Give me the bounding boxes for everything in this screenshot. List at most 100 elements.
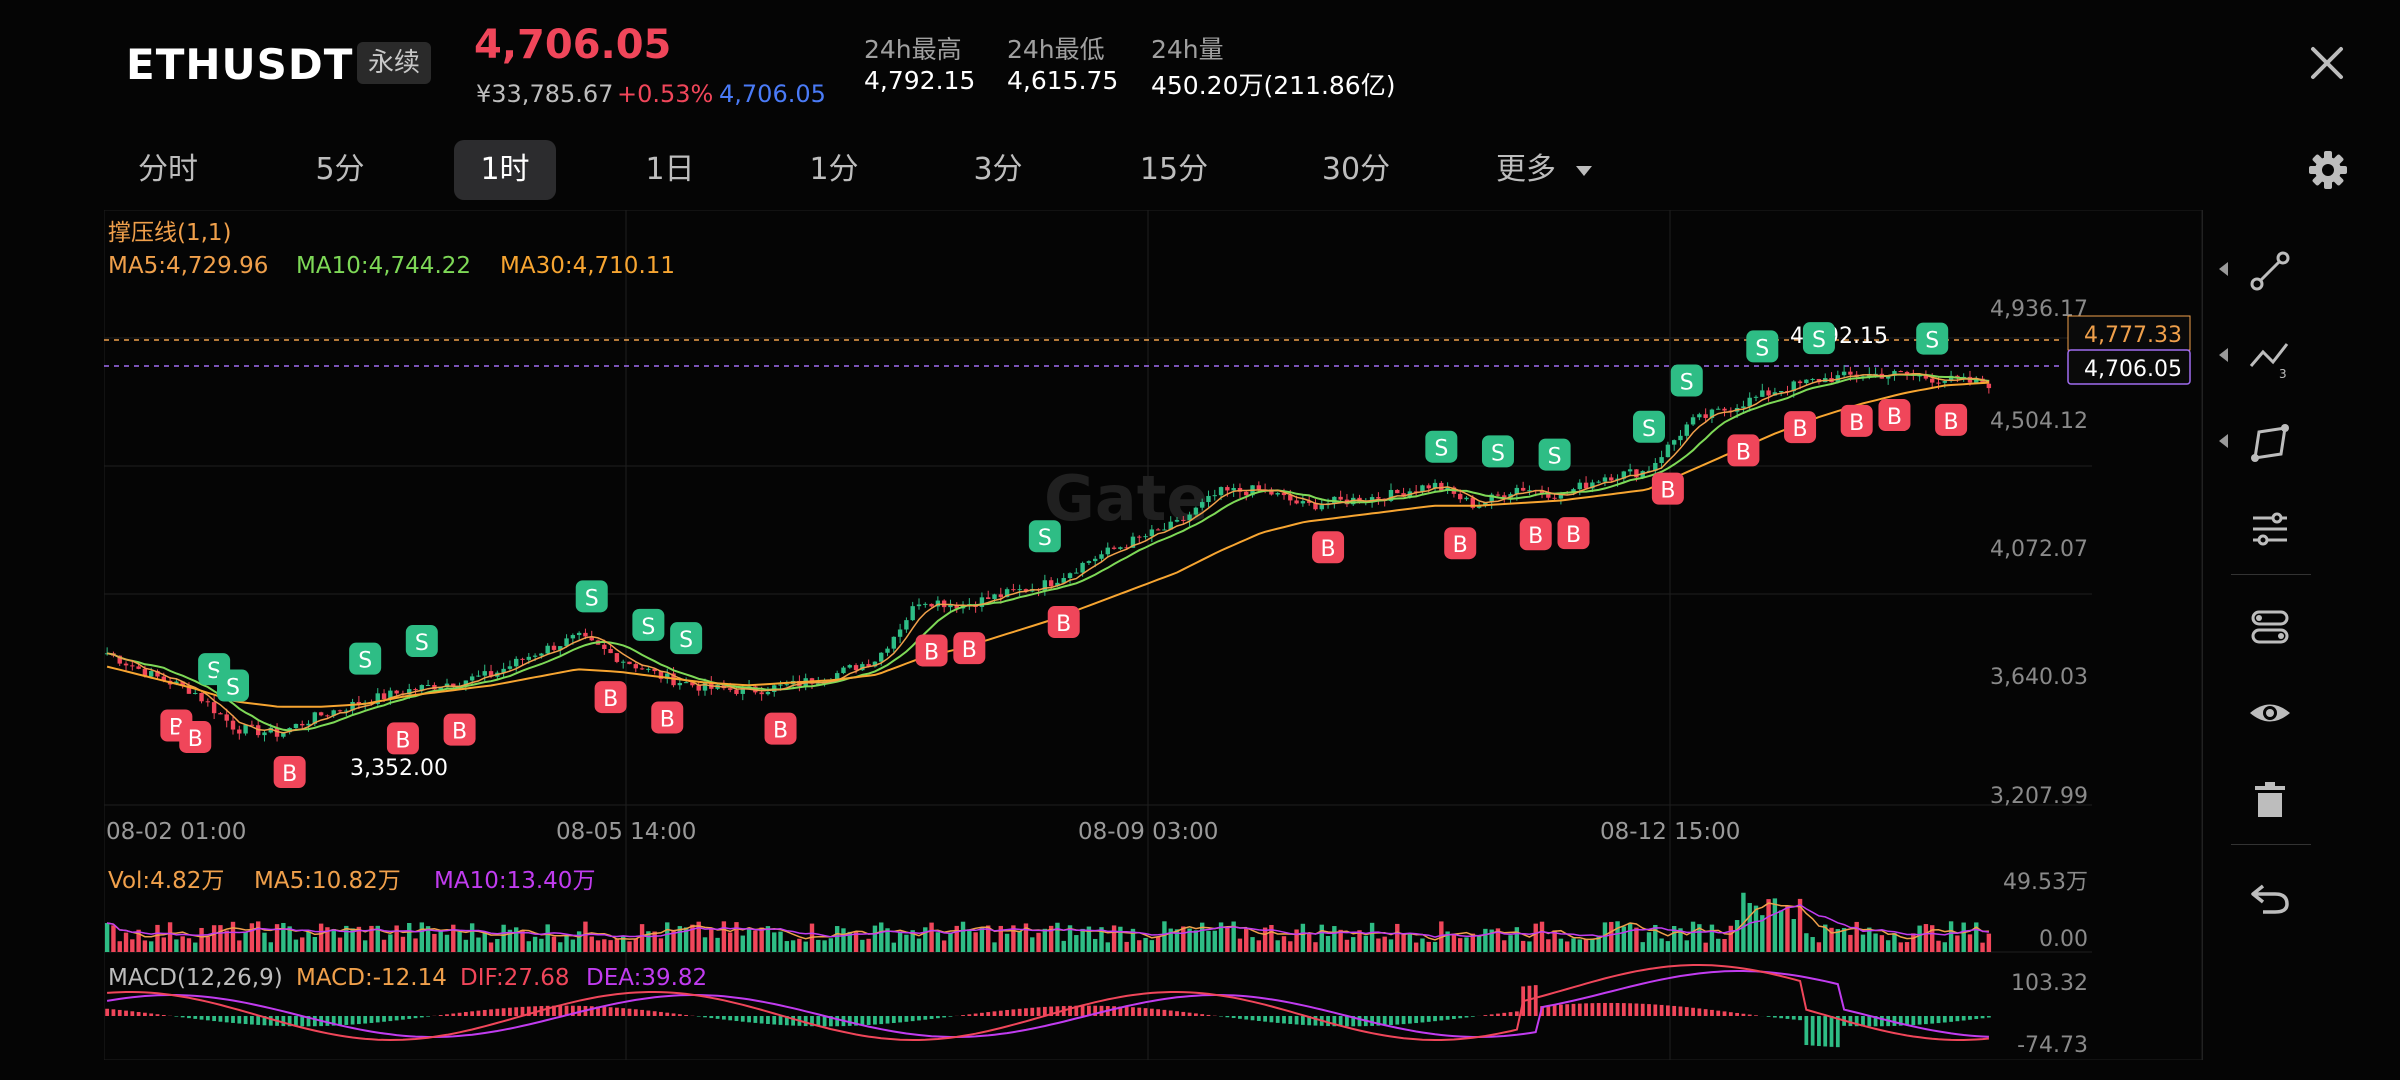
volume-bar: [174, 939, 179, 952]
chart-area[interactable]: Gate 撑压线(1,1) MA5:4,729.96 MA10:4,744.22…: [103, 209, 2203, 1061]
tab-time-sharing[interactable]: 分时: [118, 140, 218, 200]
layout-icon[interactable]: [2245, 602, 2295, 652]
ma5-label: MA5:4,729.96: [108, 253, 268, 279]
macd-histogram-bar: [684, 1014, 689, 1016]
macd-histogram-bar: [1879, 1016, 1884, 1027]
volume-bar: [1791, 919, 1796, 952]
symbol-title[interactable]: ETHUSDT: [126, 40, 353, 89]
toolbar-divider: [2231, 844, 2311, 845]
expand-arrow-icon[interactable]: [2219, 348, 2228, 362]
candle-body: [318, 712, 324, 716]
macd-histogram-bar: [904, 1016, 909, 1022]
tab-1day[interactable]: 1日: [620, 140, 720, 200]
volume-bar: [180, 936, 185, 952]
macd-histogram-bar: [438, 1015, 443, 1016]
candle-body: [1804, 379, 1809, 384]
gear-icon[interactable]: [2298, 140, 2358, 200]
volume-bar: [935, 932, 941, 952]
candle-body: [1105, 547, 1110, 555]
drawing-toolbar: 3: [2202, 210, 2337, 1060]
indicator-settings-icon[interactable]: [2245, 504, 2295, 554]
macd-histogram-bar: [633, 1009, 638, 1016]
support-resistance-label: 撑压线(1,1): [108, 220, 232, 246]
tab-30min[interactable]: 30分: [1306, 140, 1406, 200]
macd-histogram-bar: [350, 1016, 355, 1025]
tab-1hour[interactable]: 1时: [454, 140, 556, 200]
volume-bar: [1873, 933, 1878, 952]
tab-5min[interactable]: 5分: [290, 140, 390, 200]
tab-more[interactable]: 更多: [1496, 140, 1616, 200]
candle-body: [381, 693, 387, 700]
trade-marker-label: B: [1453, 533, 1468, 558]
volume-bar: [1458, 938, 1463, 952]
macd-histogram-bar: [1395, 1016, 1400, 1025]
resistance-tag-value: 4,777.33: [2084, 323, 2182, 348]
volume-bar: [1514, 927, 1520, 952]
macd-histogram-bar: [1275, 1016, 1280, 1023]
candle-body: [1778, 391, 1784, 393]
macd-histogram-bar: [791, 1016, 796, 1026]
close-icon[interactable]: [2300, 36, 2354, 90]
macd-histogram-bar: [1420, 1016, 1425, 1023]
candle-body: [683, 682, 689, 684]
volume-bar: [407, 923, 412, 952]
macd-histogram-bar: [1571, 1003, 1576, 1016]
volume-bar: [1407, 934, 1413, 952]
tab-1min[interactable]: 1分: [784, 140, 884, 200]
trade-marker-label: B: [1849, 411, 1864, 436]
expand-arrow-icon[interactable]: [2219, 434, 2228, 448]
candle-body: [413, 689, 418, 691]
vol-ma5-label: MA5:10.82万: [254, 868, 401, 894]
volume-bar: [948, 932, 953, 952]
candle-body: [608, 649, 613, 654]
volume-bar: [255, 921, 261, 952]
candle-body: [759, 692, 764, 695]
volume-bar: [419, 922, 425, 952]
candlestick-chart[interactable]: Gate 撑压线(1,1) MA5:4,729.96 MA10:4,744.22…: [103, 209, 2203, 1061]
macd-histogram-bar: [501, 1008, 506, 1016]
volume-bar: [1225, 926, 1230, 952]
tab-15min[interactable]: 15分: [1124, 140, 1224, 200]
svg-text:3: 3: [2279, 367, 2287, 381]
volume-bar: [1615, 921, 1620, 952]
macd-histogram-bar: [1030, 1007, 1035, 1016]
macd-histogram-bar: [1955, 1016, 1960, 1022]
volume-bar: [929, 922, 934, 952]
volume-bar: [1369, 922, 1375, 952]
macd-histogram-bar: [1288, 1016, 1293, 1024]
polyline-icon[interactable]: 3: [2245, 332, 2295, 382]
last-price: 4,706.05: [474, 22, 672, 68]
macd-histogram-bar: [1187, 1012, 1192, 1016]
macd-histogram-bar: [143, 1012, 147, 1016]
macd-histogram-bar: [1917, 1016, 1922, 1025]
volume-bar: [1936, 940, 1941, 952]
undo-icon[interactable]: [2245, 872, 2295, 922]
macd-histogram-bar: [1823, 1016, 1828, 1047]
candle-body: [620, 661, 626, 663]
macd-histogram-bar: [1294, 1016, 1299, 1025]
volume-bar: [860, 939, 865, 952]
volume-bar: [482, 932, 487, 952]
shape-icon[interactable]: [2245, 418, 2295, 468]
macd-histogram-bar: [174, 1016, 179, 1017]
trash-icon[interactable]: [2245, 774, 2295, 824]
trade-marker-label: S: [1642, 417, 1656, 442]
trade-marker-label: S: [1038, 526, 1052, 551]
volume-bar: [1546, 939, 1551, 952]
mark-price: 4,706.05: [719, 80, 826, 108]
eye-icon[interactable]: [2245, 688, 2295, 738]
tab-3min[interactable]: 3分: [948, 140, 1048, 200]
trendline-icon[interactable]: [2245, 246, 2295, 296]
macd-histogram-bar: [1659, 1004, 1664, 1016]
volume-bar: [746, 927, 752, 952]
volume-bar: [1313, 942, 1318, 952]
volume-bar: [1300, 923, 1306, 952]
volume-bar: [1539, 921, 1545, 952]
macd-histogram-bar: [1703, 1009, 1708, 1016]
volume-bar: [1703, 942, 1708, 952]
candle-body: [545, 645, 550, 654]
volume-bar: [1111, 925, 1117, 952]
volume-bar: [872, 925, 878, 952]
macd-histogram-bar: [1559, 1004, 1563, 1016]
expand-arrow-icon[interactable]: [2219, 262, 2228, 276]
